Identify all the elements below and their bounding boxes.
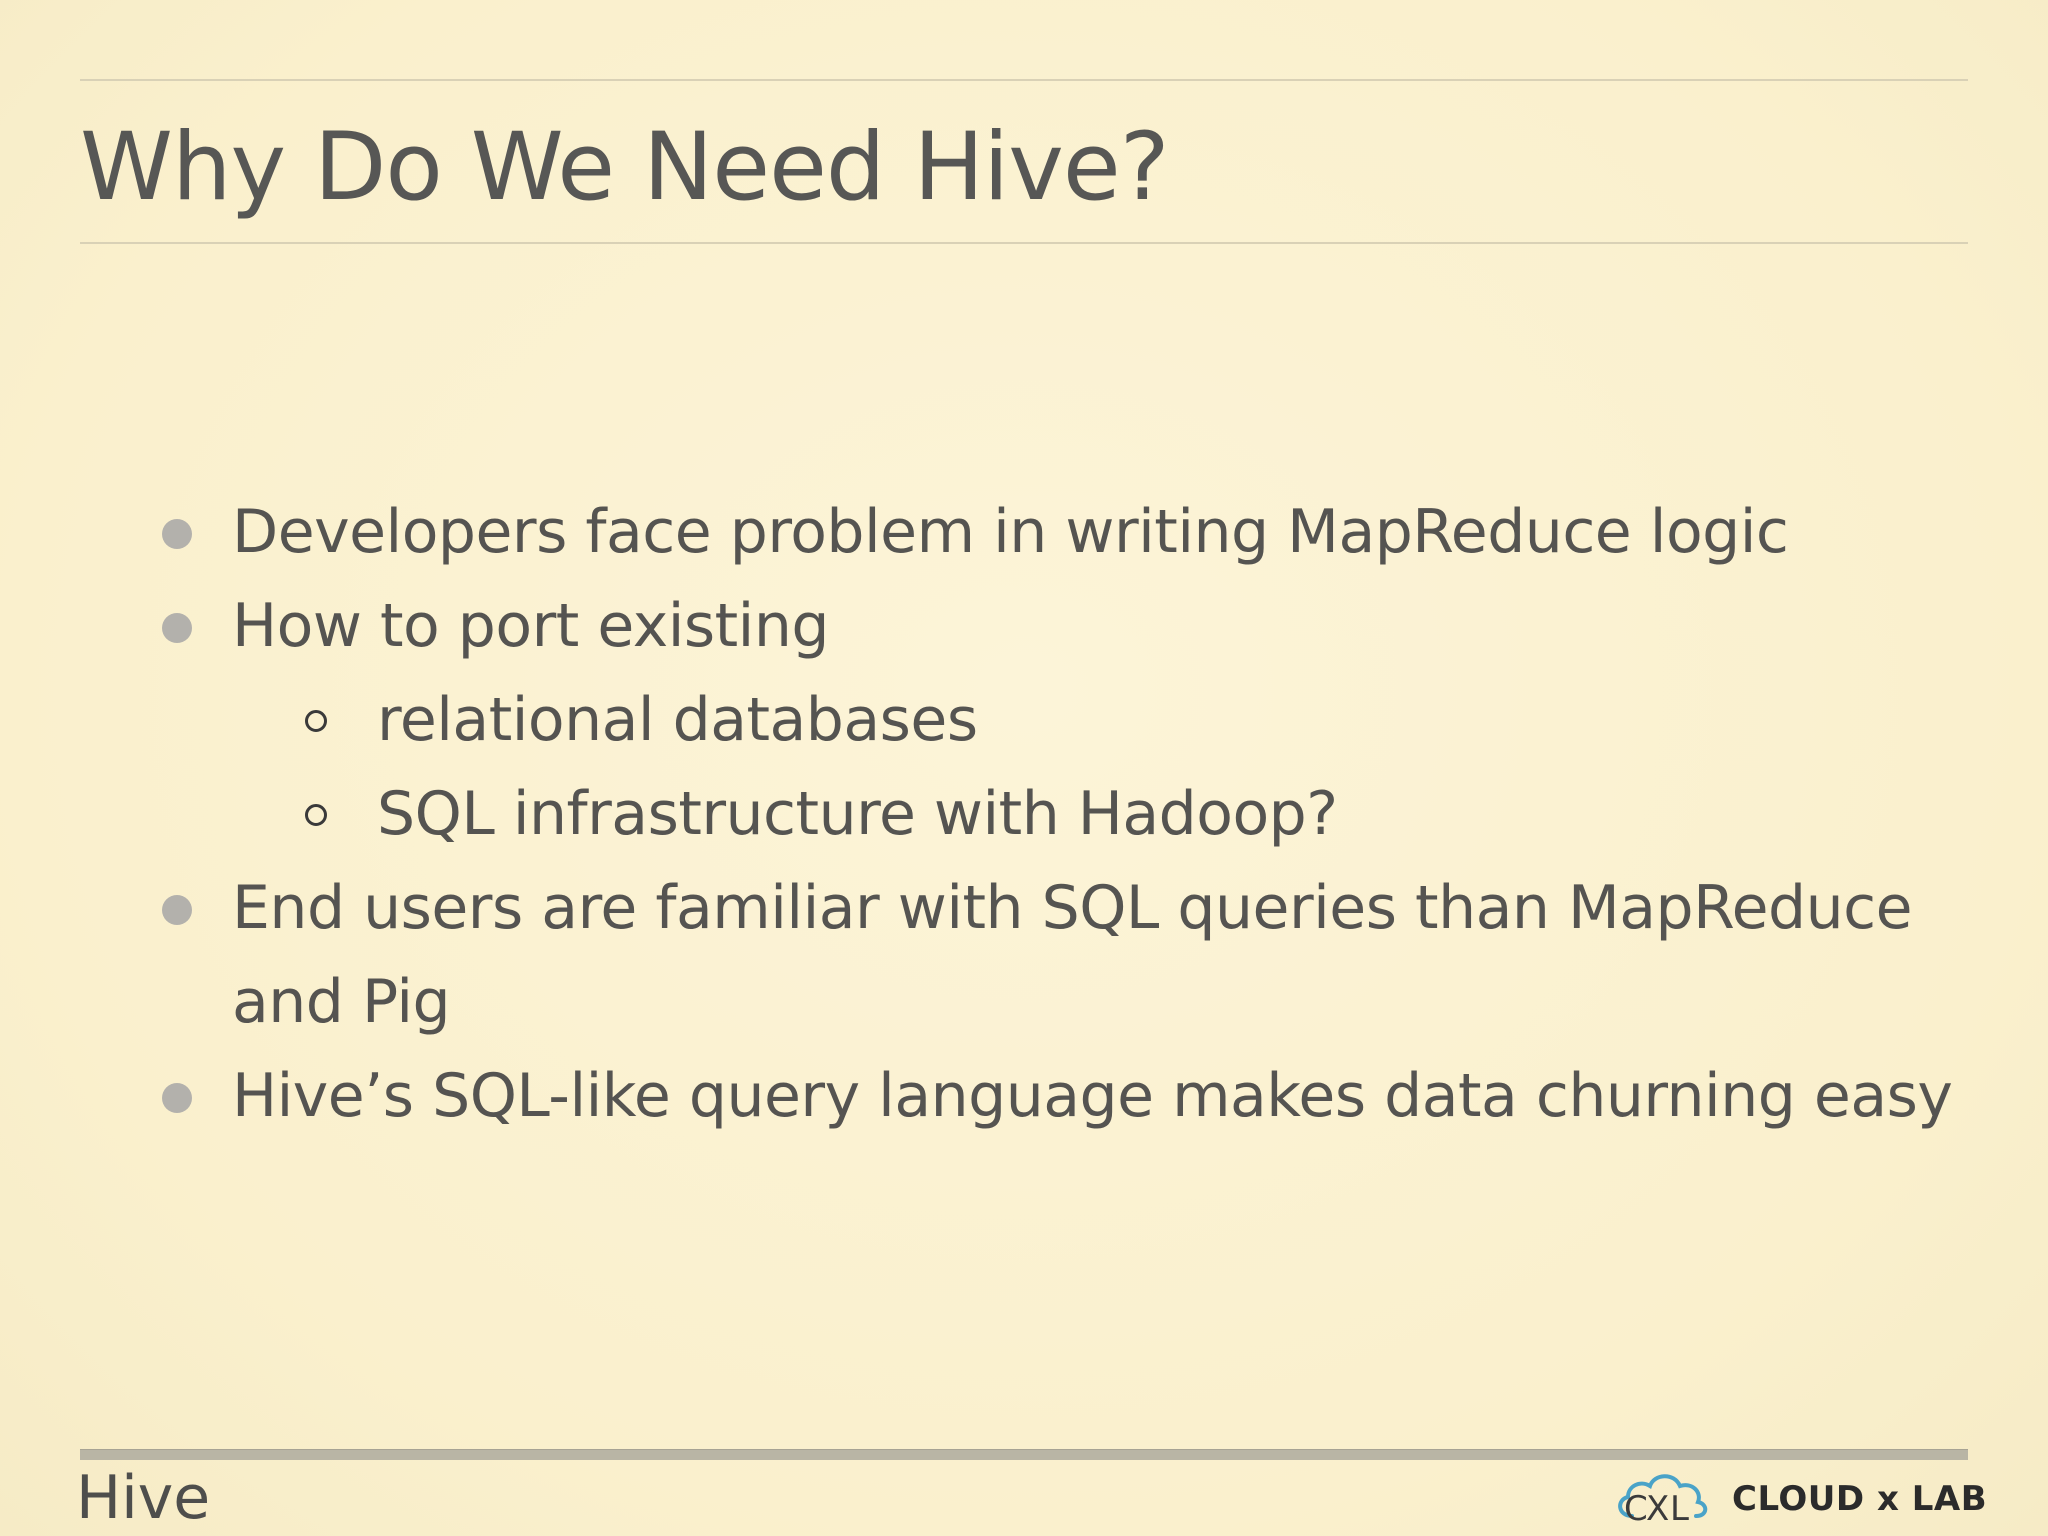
footer-section-title: Hive (76, 1463, 211, 1533)
svg-text:C: C (1624, 1489, 1648, 1528)
bullet-item: End users are familiar with SQL queries … (232, 873, 1913, 943)
sub-bullet-marker (305, 710, 327, 732)
slide: Why Do We Need Hive? Developers face pro… (0, 0, 2048, 1536)
sub-bullet-item: relational databases (377, 685, 978, 755)
cloud-xl-icon: C X L (1618, 1474, 1708, 1528)
cloudxlab-logo: C X L CLOUD x LAB (1610, 1468, 1987, 1528)
bullet-marker (162, 1083, 192, 1113)
bullet-item: Developers face problem in writing MapRe… (232, 497, 1789, 567)
bullet-item: Hive’s SQL-like query language makes dat… (232, 1061, 1953, 1131)
svg-text:L: L (1670, 1489, 1689, 1528)
bullet-item-continuation: and Pig (232, 967, 451, 1037)
sub-bullet-item: SQL infrastructure with Hadoop? (377, 779, 1338, 849)
sub-bullet-marker (305, 804, 327, 826)
logo-wordmark: CLOUD x LAB (1732, 1479, 1988, 1519)
bullet-marker (162, 519, 192, 549)
bullet-marker (162, 613, 192, 643)
svg-text:X: X (1646, 1489, 1669, 1528)
bullet-marker (162, 895, 192, 925)
bullet-item: How to port existing (232, 591, 829, 661)
bullet-list: Developers face problem in writing MapRe… (0, 0, 2048, 1536)
footer-rule (80, 1449, 1968, 1460)
